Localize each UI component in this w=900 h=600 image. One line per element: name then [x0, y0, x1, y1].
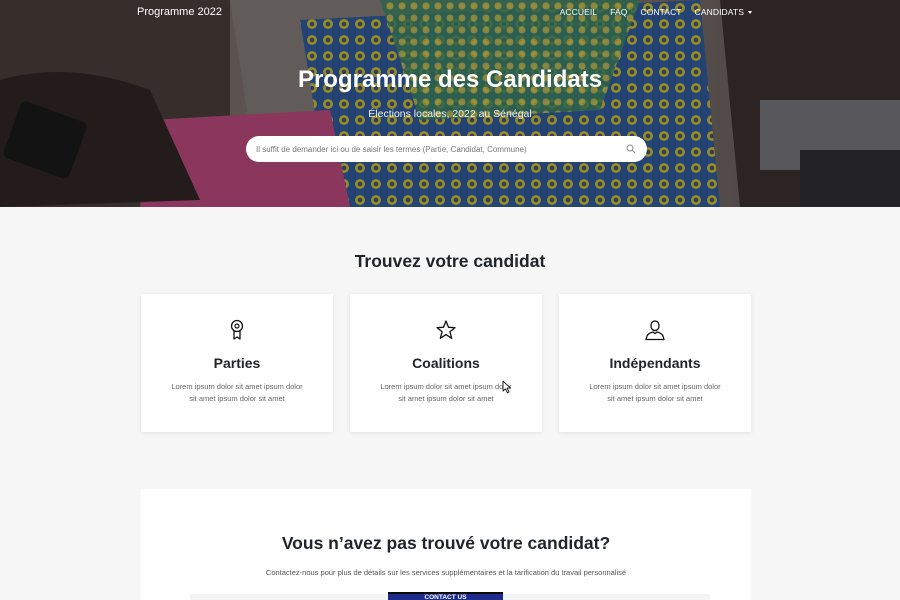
card-text: Lorem ipsum dolor sit amet ipsum dolor s…	[380, 382, 512, 403]
navbar: Programme 2022 ACCUEIL FAQ CONTACT CANDI…	[0, 0, 900, 26]
search-input[interactable]	[256, 136, 616, 162]
card-text: Lorem ipsum dolor sit amet ipsum dolor s…	[171, 382, 303, 403]
hero-section: Programme 2022 ACCUEIL FAQ CONTACT CANDI…	[0, 0, 900, 207]
search-icon[interactable]	[626, 144, 636, 154]
card-title: Indépendants	[609, 355, 701, 371]
card-title: Coalitions	[412, 355, 480, 371]
section-title: Trouvez votre candidat	[354, 251, 546, 271]
brand-logo[interactable]: Programme 2022	[137, 6, 222, 18]
search-bar	[246, 136, 647, 162]
contact-section: Vous n’avez pas trouvé votre candidat? C…	[141, 489, 751, 600]
star-icon	[350, 318, 542, 342]
award-medal-icon	[141, 318, 333, 342]
card-independants[interactable]: Indépendants Lorem ipsum dolor sit amet …	[559, 294, 751, 432]
card-title: Parties	[213, 355, 261, 371]
nav-link-contact[interactable]: CONTACT	[640, 7, 681, 17]
caret-down-icon	[748, 10, 752, 14]
card-parties[interactable]: Parties Lorem ipsum dolor sit amet ipsum…	[141, 294, 333, 432]
nav-link-accueil[interactable]: ACCUEIL	[560, 7, 598, 17]
nav-menu: ACCUEIL FAQ CONTACT CANDIDATS	[560, 7, 752, 17]
user-icon	[559, 318, 751, 342]
contact-title: Vous n’avez pas trouvé votre candidat?	[281, 533, 611, 553]
nav-dropdown-candidats[interactable]: CANDIDATS	[695, 7, 752, 17]
hero-overlay	[0, 0, 900, 207]
hero-subtitle: Élections locales, 2022 au Sénégal	[368, 108, 532, 120]
nav-link-faq[interactable]: FAQ	[610, 7, 627, 17]
contact-us-button[interactable]: CONTACT US	[388, 592, 503, 600]
hero-title: Programme des Candidats	[297, 66, 603, 93]
contact-text: Contactez-nous pour plus de détails sur …	[265, 568, 627, 577]
card-coalitions[interactable]: Coalitions Lorem ipsum dolor sit amet ip…	[350, 294, 542, 432]
card-text: Lorem ipsum dolor sit amet ipsum dolor s…	[589, 382, 721, 403]
mouse-cursor-icon	[502, 380, 511, 394]
nav-dropdown-label: CANDIDATS	[694, 7, 744, 17]
